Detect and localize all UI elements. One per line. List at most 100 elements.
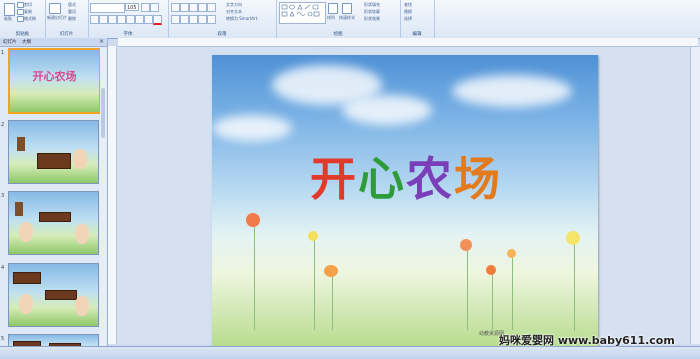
replace-button[interactable]: 替换 xyxy=(404,9,412,15)
new-slide-icon[interactable] xyxy=(49,3,61,14)
pig-image xyxy=(19,222,33,242)
strikethrough-icon[interactable] xyxy=(117,15,126,24)
flower-stem xyxy=(254,220,255,330)
align-center-icon[interactable] xyxy=(180,15,189,24)
group-label-font: 字体 xyxy=(123,32,133,37)
bullets-icon[interactable] xyxy=(171,3,180,12)
slide-thumbnail-1[interactable]: 开心农场 xyxy=(8,48,101,114)
italic-icon[interactable] xyxy=(99,15,108,24)
slide-thumbnail-2[interactable] xyxy=(8,120,99,184)
editing-group: 查找 替换 选择 编辑 xyxy=(400,0,435,38)
line-spacing-icon[interactable] xyxy=(207,3,216,12)
cloud xyxy=(452,75,572,107)
group-label-drawing: 绘图 xyxy=(333,32,343,37)
char-spacing-icon[interactable] xyxy=(135,15,144,24)
slide-number: 4 xyxy=(1,265,5,271)
font-size-box[interactable]: 105 xyxy=(125,3,139,11)
pig-image xyxy=(19,294,33,314)
slide-number: 3 xyxy=(1,193,5,199)
blank-card xyxy=(45,290,77,300)
cut-icon[interactable] xyxy=(17,2,24,8)
grow-font-icon[interactable] xyxy=(141,3,150,12)
drawing-group: 排列 快速样式 形状填充 形状轮廓 形状效果 绘图 xyxy=(276,0,401,38)
blank-card xyxy=(37,153,71,169)
quick-styles-button[interactable]: 快速样式 xyxy=(339,15,355,21)
ribbon: 粘贴 剪切 复制 格式刷 剪贴板 新建幻灯片 版式 重设 删除 幻灯片 105 … xyxy=(0,0,700,39)
shape-outline-button[interactable]: 形状轮廓 xyxy=(364,9,380,15)
slide-title[interactable]: 开心农场 xyxy=(212,143,598,209)
slide-number: 5 xyxy=(1,336,5,342)
find-button[interactable]: 查找 xyxy=(404,2,412,8)
blank-card xyxy=(13,272,41,284)
paragraph-group: 文字方向 对齐文本 转换为 SmartArt 段落 xyxy=(168,0,277,38)
slides-group: 新建幻灯片 版式 重设 删除 幻灯片 xyxy=(45,0,89,38)
title-char: 开 xyxy=(310,152,356,206)
paste-button[interactable]: 粘贴 xyxy=(4,16,12,22)
select-button[interactable]: 选择 xyxy=(404,16,412,22)
increase-indent-icon[interactable] xyxy=(198,3,207,12)
paste-icon[interactable] xyxy=(4,3,15,16)
windmill-image xyxy=(15,202,23,216)
flower-stem xyxy=(574,241,575,331)
slide-thumbnail-3[interactable] xyxy=(8,191,99,255)
blank-card xyxy=(39,212,71,222)
panel-scrollbar[interactable] xyxy=(100,48,106,356)
shape-fill-button[interactable]: 形状填充 xyxy=(364,2,380,8)
arrange-icon[interactable] xyxy=(328,3,338,14)
slide-thumbnail-4[interactable] xyxy=(8,263,99,327)
flower-stem xyxy=(314,235,315,330)
tab-slides[interactable]: 幻灯片 xyxy=(3,39,17,45)
smartart-button[interactable]: 转换为 SmartArt xyxy=(226,16,257,22)
bold-icon[interactable] xyxy=(90,15,99,24)
shadow-icon[interactable] xyxy=(126,15,135,24)
font-name-box[interactable] xyxy=(90,3,125,13)
windmill-image xyxy=(17,137,25,151)
copy-button[interactable]: 复制 xyxy=(24,9,32,15)
text-direction-button[interactable]: 文字方向 xyxy=(226,2,242,8)
slides-panel: 幻灯片 大纲 × 1 开心农场 2 3 4 5 xyxy=(0,38,108,358)
pig-image xyxy=(75,224,89,244)
cut-button[interactable]: 剪切 xyxy=(24,2,32,8)
align-left-icon[interactable] xyxy=(171,15,180,24)
font-color-icon[interactable] xyxy=(153,15,162,25)
reset-button[interactable]: 重设 xyxy=(68,9,76,15)
group-label-clipboard: 剪贴板 xyxy=(15,32,30,37)
new-slide-button[interactable]: 新建幻灯片 xyxy=(47,15,67,21)
pig-image xyxy=(75,296,89,316)
canvas-scrollbar[interactable] xyxy=(690,47,700,344)
flower xyxy=(460,239,472,251)
quick-styles-icon[interactable] xyxy=(342,3,352,14)
format-painter-button[interactable]: 格式刷 xyxy=(24,16,36,22)
scroll-thumb[interactable] xyxy=(101,88,105,138)
arrange-button[interactable]: 排列 xyxy=(327,15,335,21)
font-group: 105 字体 xyxy=(88,0,169,38)
panel-tabs: 幻灯片 大纲 × xyxy=(0,38,107,47)
layout-button[interactable]: 版式 xyxy=(68,2,76,8)
copy-icon[interactable] xyxy=(17,9,24,15)
numbering-icon[interactable] xyxy=(180,3,189,12)
shape-effects-button[interactable]: 形状效果 xyxy=(364,16,380,22)
align-text-button[interactable]: 对齐文本 xyxy=(226,9,242,15)
flower-stem xyxy=(492,270,493,330)
close-icon[interactable]: × xyxy=(99,38,104,45)
format-painter-icon[interactable] xyxy=(17,16,24,22)
flower-stem xyxy=(512,255,513,330)
flower xyxy=(246,213,260,227)
columns-icon[interactable] xyxy=(207,15,216,24)
flower xyxy=(486,265,496,275)
shapes-gallery[interactable] xyxy=(279,2,326,24)
group-label-paragraph: 段落 xyxy=(217,32,227,37)
delete-button[interactable]: 删除 xyxy=(68,16,76,22)
align-right-icon[interactable] xyxy=(189,15,198,24)
change-case-icon[interactable] xyxy=(144,15,153,24)
tab-outline[interactable]: 大纲 xyxy=(22,39,31,45)
title-char: 场 xyxy=(454,152,500,206)
slide-number: 2 xyxy=(1,122,5,128)
decrease-indent-icon[interactable] xyxy=(189,3,198,12)
underline-icon[interactable] xyxy=(108,15,117,24)
justify-icon[interactable] xyxy=(198,15,207,24)
shrink-font-icon[interactable] xyxy=(150,3,159,12)
current-slide[interactable]: 开心农场 幼教资源网 xyxy=(212,55,598,346)
thumb-title: 开心农场 xyxy=(32,70,77,83)
flower xyxy=(308,231,318,241)
